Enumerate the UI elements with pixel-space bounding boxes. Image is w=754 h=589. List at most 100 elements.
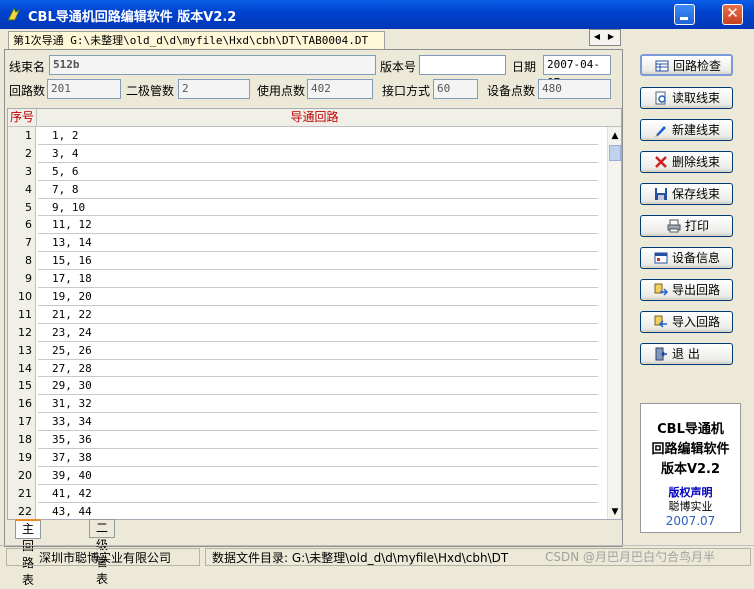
table-row[interactable]: 18 35, 36 [8,431,605,450]
tab-scroll-arrows[interactable]: ◀ ▶ [589,29,621,46]
interface-field: 60 [433,79,478,99]
row-index: 19 [8,449,36,467]
row-loop-value[interactable]: 35, 36 [38,431,598,450]
save-harness-button[interactable]: 保存线束 [640,183,733,205]
device-info-button[interactable]: 设备信息 [640,247,733,269]
table-row[interactable]: 10 19, 20 [8,288,605,306]
table-row[interactable]: 6 11, 12 [8,216,605,235]
table-row[interactable]: 4 7, 8 [8,180,605,199]
used-points-label: 使用点数 [257,84,306,98]
row-loop-value[interactable]: 33, 34 [38,413,598,432]
print-button[interactable]: 打印 [640,215,733,237]
import-loops-button[interactable]: 导入回路 [640,311,733,333]
version-field[interactable] [419,55,506,75]
read-harness-button[interactable]: 读取线束 [640,87,733,109]
tab-scroll-right-icon[interactable]: ▶ [604,30,618,44]
open-file-icon [655,91,666,105]
scroll-thumb[interactable] [609,145,621,161]
harness-name-field[interactable]: 512b [49,55,376,75]
title-bar[interactable]: CBL导通机回路编辑软件 版本V2.2 ✕ [0,0,754,29]
table-row[interactable]: 20 39, 40 [8,466,605,485]
row-loop-value[interactable]: 21, 22 [38,306,598,324]
table-row[interactable]: 7 13, 14 [8,234,605,253]
delete-harness-button[interactable]: 删除线束 [640,151,733,173]
loop-grid[interactable]: 序号 导通回路 1 1, 2 2 3, 4 3 5, 6 4 7, 8 5 9, 10 6 11, 1… [7,108,622,520]
table-row[interactable]: 13 25, 26 [8,341,605,360]
check-loops-button[interactable]: 回路检查 [640,54,733,76]
about-copyright: 版权声明 [668,486,713,499]
device-info-label: 设备信息 [672,251,721,265]
row-loop-value[interactable]: 19, 20 [38,288,598,306]
new-harness-button[interactable]: 新建线束 [640,119,733,141]
close-button[interactable]: ✕ [722,4,743,25]
table-row[interactable]: 3 5, 6 [8,162,605,181]
table-row[interactable]: 5 9, 10 [8,198,605,217]
grid-col-index: 序号 [8,109,37,126]
table-row[interactable]: 19 37, 38 [8,449,605,467]
row-loop-value[interactable]: 37, 38 [38,449,598,467]
minimize-button[interactable] [674,4,695,25]
row-loop-value[interactable]: 13, 14 [38,234,598,253]
row-loop-value[interactable]: 25, 26 [38,342,598,360]
row-loop-value[interactable]: 15, 16 [38,252,598,271]
import-loops-label: 导入回路 [672,315,721,329]
row-index: 1 [8,127,36,145]
row-loop-value[interactable]: 11, 12 [38,216,598,235]
about-box: CBL导通机 回路编辑软件 版本V2.2 版权声明 聪博实业 2007.07 [640,403,741,533]
table-row[interactable]: 17 33, 34 [8,413,605,432]
table-row[interactable]: 1 1, 2 [8,127,605,145]
row-index: 9 [8,270,36,289]
export-loops-button[interactable]: 导出回路 [640,279,733,301]
row-loop-value[interactable]: 1, 2 [38,127,598,145]
table-row[interactable]: 2 3, 4 [8,144,605,163]
table-row[interactable]: 11 21, 22 [8,305,605,324]
table-row[interactable]: 22 43, 44 [8,502,605,519]
date-label: 日期 [512,60,537,74]
row-index: 21 [8,484,36,503]
row-loop-value[interactable]: 29, 30 [38,377,598,396]
export-icon [654,283,668,296]
row-loop-value[interactable]: 39, 40 [38,467,598,485]
row-index: 13 [8,341,36,360]
app-icon [7,6,21,21]
device-points-field: 480 [538,79,611,99]
table-row[interactable]: 12 23, 24 [8,323,605,342]
document-tab[interactable]: 第1次导通 G:\未整理\old_d\d\myfile\Hxd\cbh\DT\T… [8,31,386,49]
check-loops-label: 回路检查 [673,59,722,73]
scroll-up-icon[interactable]: ▲ [608,129,621,143]
grid-scrollbar[interactable]: ▲ ▼ [607,127,621,519]
row-loop-value[interactable]: 5, 6 [38,163,598,181]
row-index: 3 [8,162,36,181]
exit-button[interactable]: 退 出 [640,343,733,365]
row-loop-value[interactable]: 7, 8 [38,181,598,199]
table-row[interactable]: 14 27, 28 [8,359,605,378]
window-title: CBL导通机回路编辑软件 版本V2.2 [28,10,237,25]
loop-count-label: 回路数 [9,84,46,98]
row-loop-value[interactable]: 3, 4 [38,145,598,163]
tab-main-loops[interactable]: 主回路表 [15,519,42,587]
table-row[interactable]: 9 17, 18 [8,270,605,289]
row-loop-value[interactable]: 31, 32 [38,395,598,414]
table-row[interactable]: 8 15, 16 [8,252,605,271]
row-loop-value[interactable]: 43, 44 [38,503,598,519]
row-loop-value[interactable]: 41, 42 [38,485,598,503]
export-loops-label: 导出回路 [672,283,721,297]
side-toolbar: 回路检查 读取线束 新建线束 删除线束 保存线束 打印 设备信息 导出回路 导入… [626,29,754,545]
table-row[interactable]: 21 41, 42 [8,484,605,503]
row-loop-value[interactable]: 27, 28 [38,360,598,378]
about-line2: 回路编辑软件 [651,442,730,457]
row-loop-value[interactable]: 17, 18 [38,270,598,289]
row-index: 14 [8,359,36,378]
diode-count-label: 二极管数 [126,84,175,98]
read-harness-label: 读取线束 [672,91,721,105]
table-row[interactable]: 15 29, 30 [8,377,605,396]
row-loop-value[interactable]: 23, 24 [38,324,598,342]
about-company: 聪博实业 [668,500,713,513]
date-field[interactable]: 2007-04-07 [543,55,611,89]
scroll-down-icon[interactable]: ▼ [608,505,621,519]
tab-scroll-left-icon[interactable]: ◀ [590,30,604,44]
tab-diode-table[interactable]: 二级管表 [89,519,116,586]
row-loop-value[interactable]: 9, 10 [38,199,598,217]
interface-label: 接口方式 [382,84,431,98]
table-row[interactable]: 16 31, 32 [8,395,605,414]
